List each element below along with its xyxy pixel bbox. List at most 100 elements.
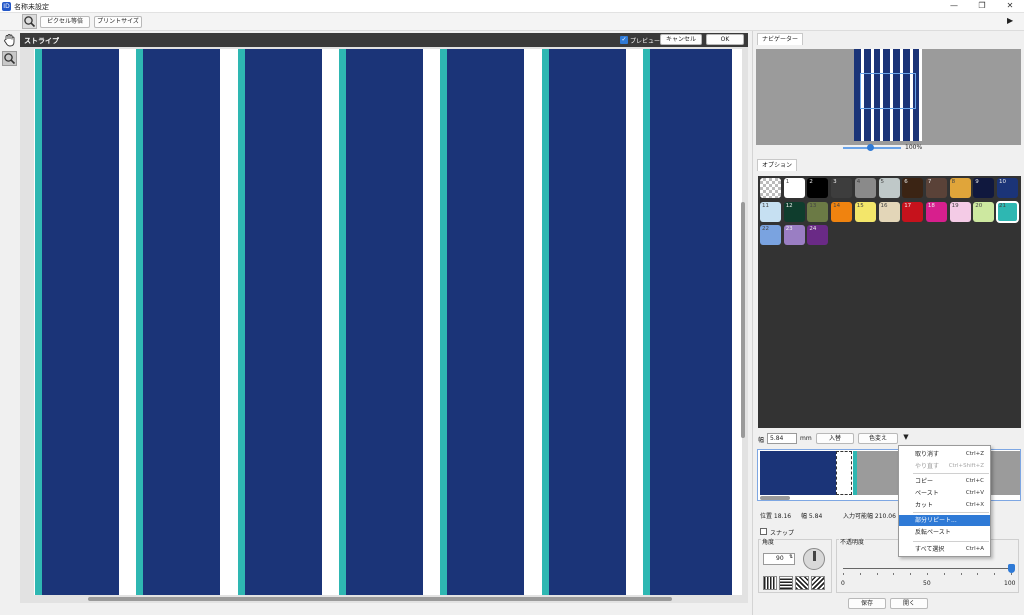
color-swatch-10[interactable]: 10 (997, 178, 1018, 198)
color-swatch-2[interactable]: 2 (807, 178, 829, 198)
color-swatch-5[interactable]: 5 (878, 178, 900, 198)
dial-needle (813, 551, 816, 561)
close-button[interactable]: ✕ (996, 0, 1024, 12)
maximize-button[interactable]: ❐ (968, 0, 996, 12)
angle-dial[interactable] (803, 548, 825, 570)
color-swatch-transparent[interactable] (760, 178, 781, 198)
zoom-slider-knob[interactable] (867, 144, 874, 151)
magnifier-icon (4, 53, 16, 65)
color-swatch-8[interactable]: 8 (949, 178, 971, 198)
recolor-button[interactable]: 色変え (858, 433, 898, 444)
menu-item-shortcut: Ctrl+Z (965, 451, 984, 457)
menu-item-3[interactable]: ペースト Ctrl+V (899, 488, 990, 499)
position-info: 位置 18.16 (760, 513, 792, 520)
toolbar: ピクセル等倍 プリントサイズ ▶ (0, 13, 1024, 31)
angle-label: 角度 (761, 537, 776, 546)
print-size-button[interactable]: プリントサイズ (94, 16, 142, 28)
color-swatch-6[interactable]: 6 (902, 178, 924, 198)
opacity-slider-track[interactable] (843, 568, 1011, 569)
chevron-down-icon[interactable]: ▼ (901, 433, 911, 444)
swatch-number: 5 (880, 179, 885, 185)
cancel-button[interactable]: キャンセル (660, 34, 702, 45)
swatch-number: 2 (809, 179, 813, 185)
color-swatch-12[interactable]: 12 (783, 201, 805, 222)
menu-item-shortcut: Ctrl+Shift+Z (948, 463, 984, 469)
color-swatch-9[interactable]: 9 (973, 178, 995, 198)
color-swatch-13[interactable]: 13 (807, 201, 829, 222)
swatch-number: 8 (951, 179, 956, 185)
opacity-slider-knob[interactable] (1008, 564, 1015, 573)
color-swatch-24[interactable]: 24 (807, 225, 829, 245)
color-swatch-22[interactable]: 22 (760, 225, 781, 245)
horizontal-lines-icon[interactable] (779, 576, 793, 590)
swatch-number: 1 (785, 179, 790, 185)
color-swatch-11[interactable]: 11 (760, 201, 781, 222)
stepper-icon[interactable]: ⇅ (789, 554, 793, 560)
menu-item-label: 反転ペースト (915, 529, 951, 536)
canvas-teal-stripe (237, 49, 245, 595)
tab-navigator[interactable]: ナビゲーター (757, 33, 804, 45)
hand-tool[interactable] (2, 33, 17, 48)
color-swatch-19[interactable]: 19 (949, 201, 971, 222)
color-swatch-21[interactable]: 21 (996, 200, 1019, 223)
menu-item-6[interactable]: 反転ペースト (899, 527, 990, 538)
opacity-tick (876, 573, 878, 575)
color-swatch-16[interactable]: 16 (878, 201, 900, 222)
color-swatch-1[interactable]: 1 (783, 178, 805, 198)
color-swatch-4[interactable]: 4 (854, 178, 876, 198)
open-button[interactable]: 開く (890, 598, 928, 609)
menu-item-4[interactable]: カット Ctrl+X (899, 500, 990, 511)
navigator-preview[interactable] (756, 49, 1021, 145)
menu-item-5[interactable]: 部分リピート... (899, 515, 990, 526)
swatch-number: 16 (880, 202, 888, 209)
diagonal-left-icon[interactable] (795, 576, 809, 590)
snap-checkbox[interactable] (760, 528, 767, 535)
navigator-viewport-box[interactable] (860, 73, 916, 109)
color-swatch-3[interactable]: 3 (831, 178, 853, 198)
zoom-tool-button[interactable] (22, 14, 37, 29)
menu-item-0[interactable]: 取り消す Ctrl+Z (899, 449, 990, 460)
vertical-scrollbar[interactable] (741, 202, 745, 438)
swatch-number: 20 (975, 202, 983, 209)
collapse-panel-icon[interactable]: ▶ (1007, 16, 1013, 25)
diagonal-right-icon[interactable] (811, 576, 825, 590)
swap-button[interactable]: 入替 (816, 433, 854, 444)
swatch-number: 23 (785, 226, 793, 232)
pixel-equal-button[interactable]: ピクセル等倍 (40, 16, 90, 28)
snap-label: スナップ (770, 530, 795, 537)
menu-item-7[interactable]: すべて選択 Ctrl+A (899, 544, 990, 555)
color-swatch-18[interactable]: 18 (925, 201, 947, 222)
canvas-teal-stripe (642, 49, 650, 595)
magnifier-icon (24, 16, 36, 28)
save-button[interactable]: 保存 (848, 598, 886, 609)
canvas-area[interactable] (20, 47, 748, 603)
menu-item-label: カット (915, 502, 934, 509)
opacity-mid: 50 (923, 580, 931, 587)
menu-item-1[interactable]: やり直す Ctrl+Shift+Z (899, 461, 990, 472)
menu-item-label: やり直す (915, 463, 940, 470)
swatch-number: 14 (833, 202, 841, 209)
color-swatch-20[interactable]: 20 (973, 201, 995, 222)
menu-item-2[interactable]: コピー Ctrl+C (899, 476, 990, 487)
color-swatch-7[interactable]: 7 (925, 178, 947, 198)
zoom-tool[interactable] (2, 51, 17, 66)
swatch-number: 7 (927, 179, 932, 185)
canvas-navy-stripe (548, 49, 626, 595)
tab-options[interactable]: オプション (757, 159, 798, 171)
horizontal-scrollbar[interactable] (88, 597, 672, 601)
color-swatch-15[interactable]: 15 (854, 201, 876, 222)
editor-navy-stripe[interactable] (760, 451, 836, 495)
color-swatch-23[interactable]: 23 (783, 225, 805, 245)
color-swatch-17[interactable]: 17 (902, 201, 924, 222)
vertical-lines-icon[interactable] (763, 576, 777, 590)
minimize-button[interactable]: — (940, 0, 968, 12)
color-palette: 1 2 3 4 5 6 7 8 9 10 11 12 13 14 15 16 17 18 19 20 21 22 23 24 (758, 176, 1021, 428)
editor-scrollbar[interactable] (760, 496, 790, 500)
color-swatch-14[interactable]: 14 (831, 201, 853, 222)
width-input[interactable]: 5.84 (767, 433, 797, 444)
ok-button[interactable]: OK (706, 34, 744, 45)
stripe-canvas[interactable] (34, 49, 742, 595)
preview-checkbox[interactable]: ✓ (620, 36, 628, 44)
editor-selected-white-stripe[interactable] (836, 451, 852, 495)
window-title: 名称未設定 (14, 3, 49, 11)
